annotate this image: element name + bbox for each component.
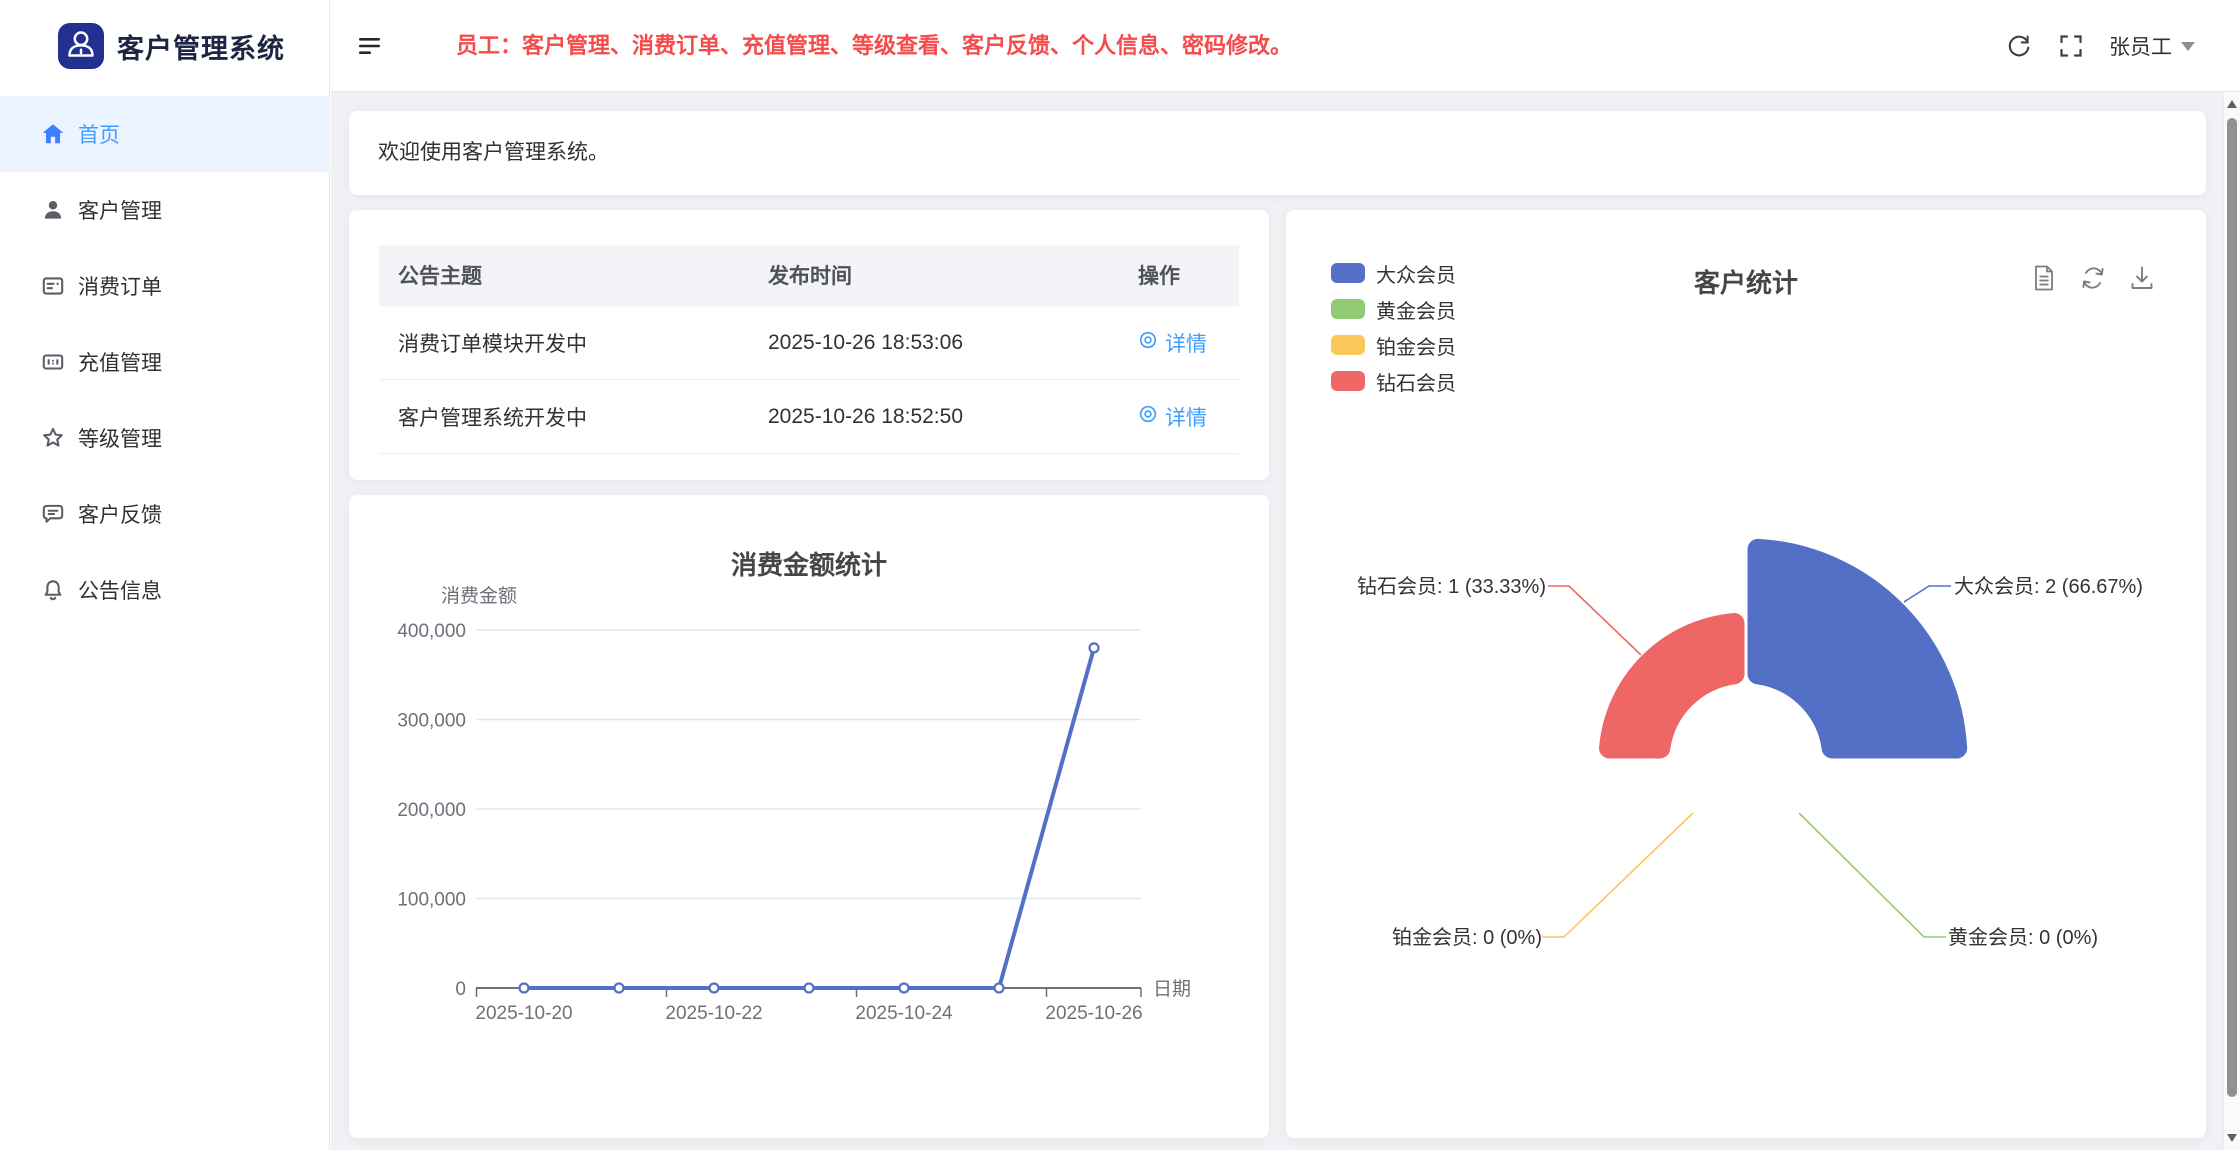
pie-label-line — [1903, 585, 1951, 603]
order-icon — [40, 273, 66, 299]
sidebar-item-label: 消费订单 — [78, 276, 162, 299]
sidebar-item-orders[interactable]: 消费订单 — [0, 248, 330, 324]
top-header: 员工：客户管理、消费订单、充值管理、等级查看、客户反馈、个人信息、密码修改。 张… — [331, 0, 2240, 92]
pie-slice-label: 钻石会员: 1 (33.33%) — [1357, 575, 1546, 598]
app-logo — [58, 23, 104, 69]
pie-label-line — [1798, 812, 1946, 938]
pie-slice-label: 大众会员: 2 (66.67%) — [1954, 575, 2143, 598]
sidebar-item-levels[interactable]: 等级管理 — [0, 400, 330, 476]
column-header-action: 操作 — [1138, 265, 1180, 288]
sidebar-item-customers[interactable]: 客户管理 — [0, 172, 330, 248]
home-icon — [40, 121, 66, 147]
sidebar-item-home[interactable]: 首页 — [0, 96, 330, 172]
user-dropdown-caret — [2181, 41, 2195, 51]
pie-label-line — [1542, 812, 1694, 938]
x-tick-label: 2025-10-22 — [665, 1003, 762, 1024]
sidebar-item-feedback[interactable]: 客户反馈 — [0, 476, 330, 552]
announcement-time: 2025-10-26 18:52:50 — [768, 404, 963, 428]
app-title: 客户管理系统 — [117, 33, 285, 64]
announcement-card: 公告主题 发布时间 操作 消费订单模块开发中 2025-10-26 18:53:… — [349, 210, 1269, 480]
table-row: 消费订单模块开发中 2025-10-26 18:53:06 详情 — [379, 306, 1239, 380]
x-axis-name: 日期 — [1153, 978, 1191, 1000]
sidebar-item-label: 首页 — [78, 124, 120, 147]
role-permissions-notice: 员工：客户管理、消费订单、充值管理、等级查看、客户反馈、个人信息、密码修改。 — [456, 33, 1293, 58]
y-tick-label: 0 — [455, 979, 466, 1000]
table-row: 客户管理系统开发中 2025-10-26 18:52:50 详情 — [379, 380, 1239, 454]
y-tick-label: 100,000 — [397, 890, 466, 911]
x-tick-label: 2025-10-24 — [855, 1003, 953, 1024]
sidebar-item-label: 客户管理 — [78, 200, 162, 223]
user-name: 张员工 — [2109, 36, 2172, 59]
refresh-icon[interactable] — [2005, 32, 2033, 60]
data-point-marker[interactable] — [518, 982, 530, 994]
scroll-down-arrow-icon[interactable] — [2227, 1134, 2237, 1142]
view-icon — [1138, 330, 1158, 356]
pie-slice-1[interactable] — [1744, 535, 1971, 762]
announcement-title: 消费订单模块开发中 — [398, 332, 587, 356]
bell-icon — [40, 577, 66, 603]
announcement-time: 2025-10-26 18:53:06 — [768, 330, 963, 354]
customer-stats-pie-chart[interactable]: 大众会员: 2 (66.67%) 黄金会员: 0 (0%) 铂金会员: 0 (0%)… — [1286, 210, 2206, 1138]
vertical-scrollbar[interactable] — [2223, 92, 2240, 1150]
user-badge-icon — [58, 21, 104, 72]
consumption-line-chart-card: 消费金额统计 0 100,000 200,000 300,000 400,000 消费金额… — [349, 495, 1269, 1138]
view-icon — [1138, 404, 1158, 430]
sidebar-item-announcements[interactable]: 公告信息 — [0, 552, 330, 628]
line-series[interactable] — [522, 645, 1096, 990]
detail-link[interactable]: 详情 — [1138, 328, 1207, 358]
y-tick-label: 200,000 — [397, 800, 466, 821]
feedback-icon — [40, 501, 66, 527]
welcome-text: 欢迎使用客户管理系统。 — [378, 141, 609, 164]
scrollbar-thumb[interactable] — [2227, 118, 2237, 1097]
sidebar-item-label: 充值管理 — [78, 352, 162, 375]
customer-stats-card: 客户统计 大众会员 黄金会员 铂金会员 钻石会员 大众会员: 2 (66.67%… — [1286, 210, 2206, 1138]
customer-management-app: 客户管理系统 首页 客户管理 消费订单 充值管理 等级管理 客户反馈 公告信息 … — [0, 0, 2240, 1150]
x-tick-label: 2025-10-26 — [1045, 1003, 1142, 1024]
sidebar-item-label: 等级管理 — [78, 428, 162, 451]
table-header-row: 公告主题 发布时间 操作 — [379, 245, 1239, 306]
detail-link-label: 详情 — [1165, 332, 1207, 356]
data-point-marker[interactable] — [708, 982, 720, 994]
y-tick-label: 300,000 — [397, 711, 466, 732]
scroll-up-arrow-icon[interactable] — [2227, 100, 2237, 108]
app-logo-row: 客户管理系统 — [0, 0, 330, 92]
topbar-actions: 张员工 — [2005, 0, 2195, 92]
main-content: 欢迎使用客户管理系统。 公告主题 发布时间 操作 消费订单模块开发中 2025-… — [331, 92, 2223, 1150]
consumption-line-chart[interactable]: 0 100,000 200,000 300,000 400,000 消费金额 2025-10… — [349, 495, 1269, 1138]
data-point-marker[interactable] — [613, 982, 625, 994]
user-icon — [40, 197, 66, 223]
announcement-title: 客户管理系统开发中 — [398, 406, 587, 430]
pie-slice-label: 铂金会员: 0 (0%) — [1392, 926, 1542, 949]
sidebar: 客户管理系统 首页 客户管理 消费订单 充值管理 等级管理 客户反馈 公告信息 — [0, 0, 330, 1150]
welcome-card: 欢迎使用客户管理系统。 — [349, 111, 2206, 195]
y-axis-name: 消费金额 — [441, 585, 517, 607]
detail-link[interactable]: 详情 — [1138, 402, 1207, 432]
data-point-marker[interactable] — [898, 982, 910, 994]
recharge-card-icon — [40, 349, 66, 375]
star-icon — [40, 425, 66, 451]
pie-slice-label: 黄金会员: 0 (0%) — [1948, 926, 2098, 949]
detail-link-label: 详情 — [1165, 406, 1207, 430]
fullscreen-icon[interactable] — [2057, 32, 2085, 60]
sidebar-item-label: 公告信息 — [78, 580, 162, 603]
announcement-table: 公告主题 发布时间 操作 消费订单模块开发中 2025-10-26 18:53:… — [379, 245, 1239, 454]
column-header-subject: 公告主题 — [398, 265, 482, 288]
data-point-marker[interactable] — [993, 982, 1005, 994]
pie-label-line — [1548, 585, 1642, 656]
user-menu[interactable]: 张员工 — [2109, 31, 2195, 61]
sidebar-item-label: 客户反馈 — [78, 504, 162, 527]
sidebar-item-recharge[interactable]: 充值管理 — [0, 324, 330, 400]
x-tick-label: 2025-10-20 — [475, 1003, 572, 1024]
y-tick-label: 400,000 — [397, 621, 466, 642]
data-point-marker[interactable] — [1088, 642, 1100, 654]
column-header-time: 发布时间 — [768, 265, 852, 288]
collapse-menu-icon[interactable] — [356, 33, 384, 59]
data-point-marker[interactable] — [803, 982, 815, 994]
